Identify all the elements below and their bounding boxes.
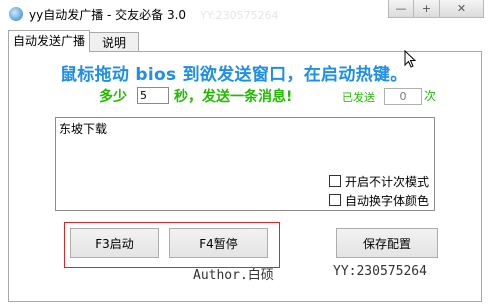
auto-font-color-option[interactable]: 自动换字体颜色 xyxy=(329,192,429,208)
interval-seconds-input[interactable]: 5 xyxy=(137,87,169,104)
background-ghost-text: YY:230575264 xyxy=(200,9,279,22)
no-count-mode-checkbox[interactable] xyxy=(329,175,341,187)
tab-auto-broadcast[interactable]: 自动发送广播 xyxy=(8,30,91,52)
mouse-cursor-icon xyxy=(404,50,416,68)
interval-prefix-label: 多少 xyxy=(99,89,127,105)
close-button[interactable]: ✕ xyxy=(440,0,484,18)
contact-info: YY:230575264 xyxy=(333,264,427,279)
sent-count-label: 已发送 xyxy=(342,91,375,104)
no-count-mode-option[interactable]: 开启不计次模式 xyxy=(329,173,429,189)
no-count-mode-label: 开启不计次模式 xyxy=(345,174,430,189)
start-button[interactable]: F3启动 xyxy=(70,228,159,258)
maximize-button[interactable]: + xyxy=(414,0,440,18)
auto-font-color-label: 自动换字体颜色 xyxy=(345,193,430,208)
author-credit: Author.白硕 xyxy=(193,268,274,283)
window-controls: — + ✕ xyxy=(388,0,484,20)
minimize-button[interactable]: — xyxy=(388,0,414,18)
tab-strip: 自动发送广播 说明 xyxy=(8,30,140,52)
window-title: yy自动发广播 - 交友必备 3.0 xyxy=(29,8,187,22)
tab-instructions[interactable]: 说明 xyxy=(90,32,140,52)
instruction-headline: 鼠标拖动 bios 到欲发送窗口，在启动热键。 xyxy=(60,65,408,85)
sent-count-field: 0 xyxy=(384,88,422,105)
pause-button[interactable]: F4暂停 xyxy=(169,228,268,258)
title-bar[interactable]: yy自动发广播 - 交友必备 3.0 YY:230575264 — + ✕ xyxy=(0,0,490,28)
interval-suffix-label: 秒，发送一条消息! xyxy=(174,89,293,105)
app-window: yy自动发广播 - 交友必备 3.0 YY:230575264 — + ✕ 自动… xyxy=(0,0,490,308)
globe-icon xyxy=(9,7,23,21)
auto-font-color-checkbox[interactable] xyxy=(329,194,341,206)
save-config-button[interactable]: 保存配置 xyxy=(336,228,438,258)
sent-count-unit: 次 xyxy=(424,89,437,103)
